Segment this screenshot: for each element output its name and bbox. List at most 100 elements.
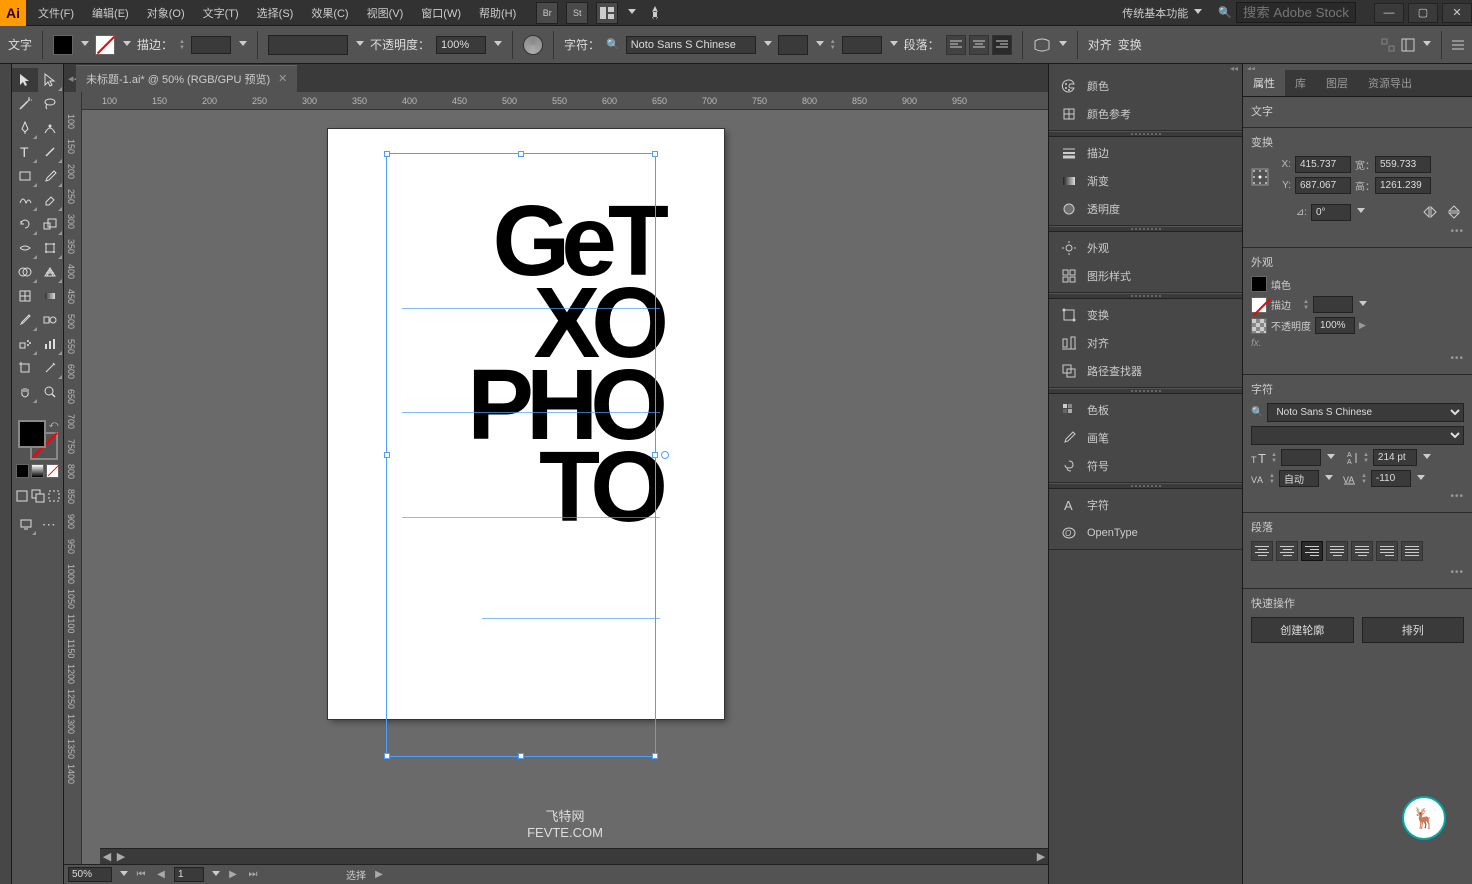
eraser-tool[interactable] [38,188,64,212]
opacity-dropdown[interactable] [492,41,502,49]
panel-颜色参考[interactable]: 颜色参考 [1049,100,1242,128]
left-dock-strip[interactable] [0,64,12,884]
eyedropper-tool[interactable] [12,308,38,332]
swap-fill-stroke-icon[interactable]: ⤺ [49,419,59,430]
stroke-weight-dropdown[interactable] [237,41,247,49]
next-artboard-icon[interactable]: ▶ [226,868,240,882]
first-artboard-icon[interactable]: ⏮ [134,868,148,882]
artboard-dropdown[interactable] [210,871,220,879]
prev-artboard-icon[interactable]: ◀ [154,868,168,882]
para-more-icon[interactable]: ••• [1450,567,1464,578]
zoom-level-input[interactable] [68,867,112,882]
bridge-button[interactable]: Br [536,2,558,24]
char-leading-dropdown[interactable] [1421,454,1431,462]
window-minimize[interactable]: — [1374,3,1404,23]
transform-more-icon[interactable]: ••• [1450,226,1464,237]
selection-bounding-box[interactable] [386,153,656,757]
line-tool[interactable] [38,140,64,164]
opacity-input[interactable] [436,36,486,54]
slice-tool[interactable] [38,356,64,380]
menu-effect[interactable]: 效果(C) [303,1,356,25]
tab-libraries[interactable]: 库 [1285,70,1316,96]
window-maximize[interactable]: ▢ [1408,3,1438,23]
ruler-vertical[interactable]: 1001502002503003504004505005506006507007… [64,92,82,864]
zoom-dropdown[interactable] [118,871,128,879]
menu-select[interactable]: 选择(S) [249,1,302,25]
font-size-dropdown[interactable] [888,41,898,49]
draw-inside-icon[interactable] [47,484,61,508]
transform-y-input[interactable] [1295,177,1351,194]
transform-x-input[interactable] [1295,156,1351,173]
transform-w-input[interactable] [1375,156,1431,173]
para-align-left[interactable] [1251,541,1273,561]
fill-color-swatch[interactable] [53,35,73,55]
menu-file[interactable]: 文件(F) [30,1,82,25]
isolate-icon[interactable] [1381,38,1395,52]
width-tool[interactable] [12,236,38,260]
char-tracking-dropdown[interactable] [1415,475,1425,483]
fill-box[interactable] [18,420,46,448]
menu-window[interactable]: 窗口(W) [413,1,469,25]
edit-similar-icon[interactable] [1401,38,1415,52]
zoom-tool[interactable] [38,380,64,404]
screen-mode-icon[interactable] [16,512,37,536]
para-justify-all[interactable] [1401,541,1423,561]
paintbrush-tool[interactable] [38,164,64,188]
panel-对齐[interactable]: 对齐 [1049,329,1242,357]
selection-tool[interactable] [12,68,38,92]
scroll-right2-icon[interactable]: ▶ [1034,850,1048,864]
para-justify-center[interactable] [1351,541,1373,561]
panel-变换[interactable]: 变换 [1049,301,1242,329]
panel-字符[interactable]: A字符 [1049,491,1242,519]
para-justify-right[interactable] [1376,541,1398,561]
align-link-label[interactable]: 对齐 [1088,36,1112,53]
close-tab-icon[interactable]: ✕ [278,72,287,85]
font-size-input[interactable] [842,36,882,54]
para-align-center[interactable] [1276,541,1298,561]
opacity-rp-dropdown[interactable]: ▶ [1359,320,1366,331]
ruler-horizontal[interactable]: 1001502002503003504004505005506006507007… [82,92,1048,110]
appearance-opacity-input[interactable] [1315,317,1355,334]
rectangle-tool[interactable] [12,164,38,188]
gradient-tool[interactable] [38,284,64,308]
envelope-dropdown[interactable] [1057,41,1067,49]
document-tab[interactable]: 未标题-1.ai* @ 50% (RGB/GPU 预览) ✕ [76,65,297,92]
brush-definition[interactable] [268,35,348,55]
scroll-left-icon[interactable]: ◀ [100,850,114,864]
panel-图形样式[interactable]: 图形样式 [1049,262,1242,290]
char-kerning-input[interactable] [1279,470,1319,487]
curvature-tool[interactable] [38,116,64,140]
recolor-artwork-icon[interactable] [523,35,543,55]
blend-tool[interactable] [38,308,64,332]
text-out-port[interactable] [661,451,669,459]
window-close[interactable]: ✕ [1442,3,1472,23]
menu-type[interactable]: 文字(T) [195,1,247,25]
tab-asset-export[interactable]: 资源导出 [1358,70,1422,96]
para-justify-left[interactable] [1326,541,1348,561]
char-size-dropdown[interactable] [1325,454,1335,462]
appearance-more-icon[interactable]: ••• [1450,353,1464,364]
gpu-rocket-icon[interactable] [644,2,666,24]
font-family-dropdown[interactable] [762,41,772,49]
artboard-number-input[interactable] [174,867,204,882]
arrange-docs-dropdown[interactable] [626,9,636,17]
scroll-right-icon[interactable]: ▶ [114,850,128,864]
draw-behind-icon[interactable] [31,484,45,508]
make-envelope-icon[interactable] [1033,37,1051,53]
panel-渐变[interactable]: 渐变 [1049,167,1242,195]
appearance-stroke-weight[interactable] [1313,296,1353,313]
panel-路径查找器[interactable]: 路径查找器 [1049,357,1242,385]
font-style-dropdown[interactable] [814,41,824,49]
align-center-button[interactable] [969,35,989,55]
panel-描边[interactable]: 描边 [1049,139,1242,167]
panel-符号[interactable]: 符号 [1049,452,1242,480]
rotate-angle-input[interactable] [1311,204,1351,221]
workspace-selector[interactable]: 传统基本功能 [1112,1,1212,25]
para-align-right[interactable] [1301,541,1323,561]
fill-dropdown[interactable] [79,41,89,49]
fill-stroke-selector[interactable]: ⤺ [18,420,58,460]
none-mode-swatch[interactable] [46,464,59,478]
pen-tool[interactable] [12,116,38,140]
mesh-tool[interactable] [12,284,38,308]
panel-外观[interactable]: 外观 [1049,234,1242,262]
